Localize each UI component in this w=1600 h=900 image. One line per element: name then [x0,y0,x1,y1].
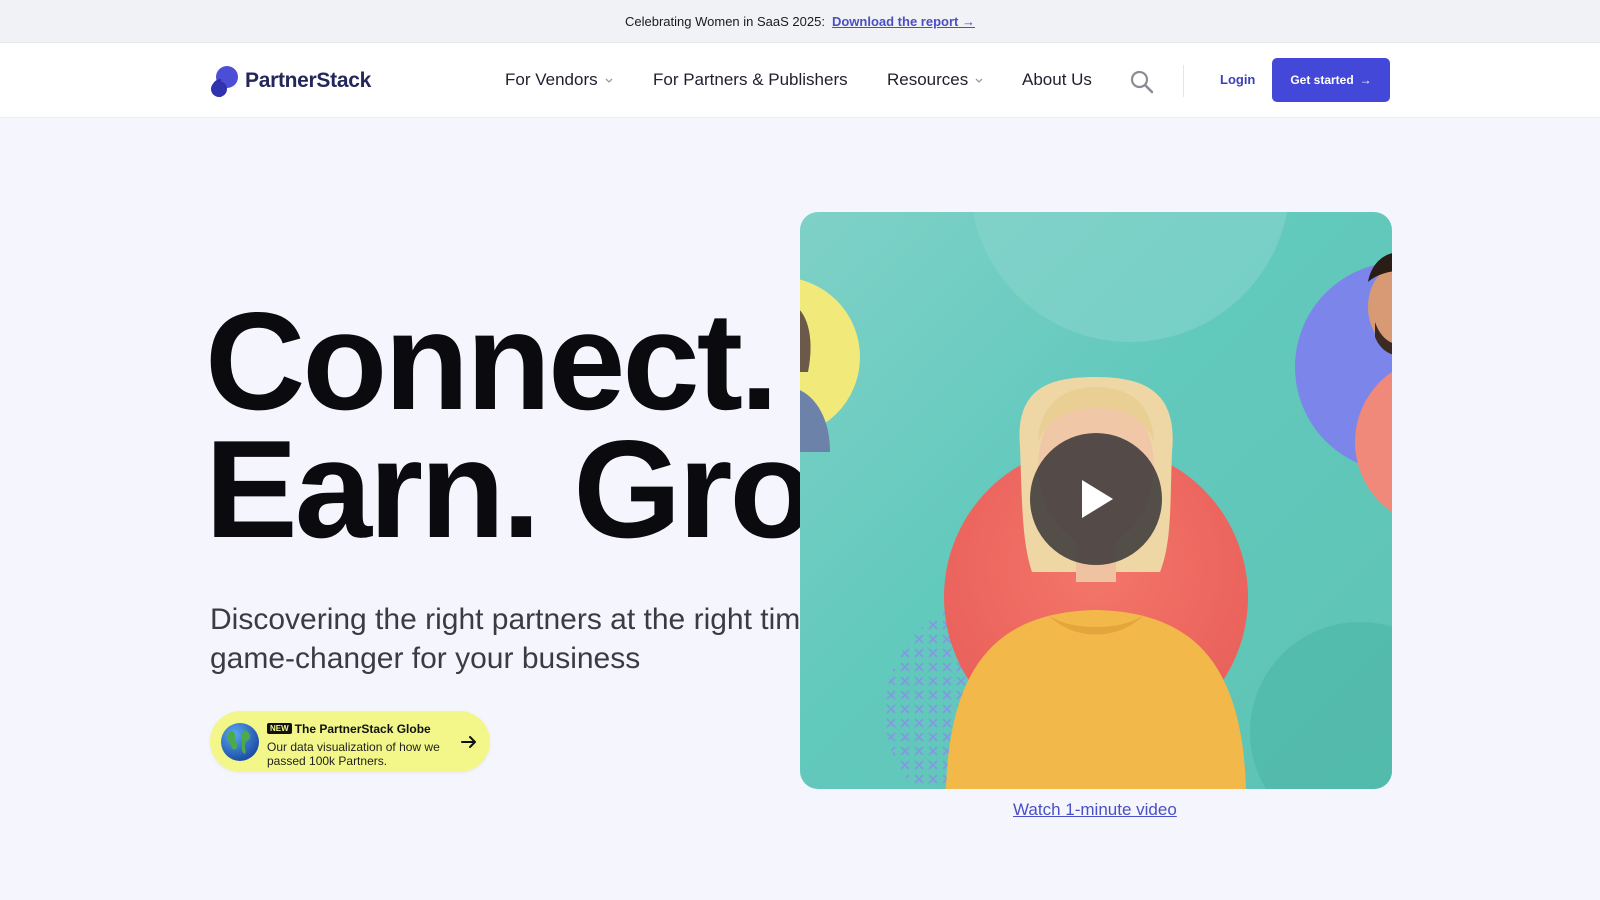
nav-about-us-label: About Us [1022,70,1092,89]
nav-for-partners-publishers[interactable]: For Partners & Publishers [653,70,848,90]
globe-card-title: The PartnerStack Globe [294,721,431,736]
logo-text: PartnerStack [245,69,371,92]
search-icon[interactable] [1129,69,1155,95]
partnerstack-logo-icon [211,66,238,97]
get-started-label: Get started [1290,73,1354,87]
download-report-link[interactable]: Download the report → [832,14,975,29]
chevron-down-icon [605,78,613,83]
watch-video-link[interactable]: Watch 1-minute video [1013,800,1177,820]
globe-icon [221,723,259,761]
globe-card-description: Our data visualization of how we passed … [267,740,440,768]
chevron-down-icon [975,78,983,83]
nav-resources[interactable]: Resources [887,70,984,90]
arrow-right-icon [461,736,476,748]
partnerstack-globe-card[interactable]: NEW The PartnerStack Globe Our data visua… [210,711,490,772]
partnerstack-logo[interactable]: PartnerStack [209,63,371,99]
nav-for-partners-label: For Partners & Publishers [653,70,848,89]
header-divider [1183,65,1184,97]
site-header: PartnerStack For Vendors For Partners & … [0,43,1600,118]
play-video-button[interactable] [1030,433,1162,565]
new-badge: NEW [267,723,292,735]
nav-for-vendors[interactable]: For Vendors [505,70,614,90]
nav-about-us[interactable]: About Us [1022,70,1092,90]
nav-resources-label: Resources [887,70,969,89]
play-icon [1082,480,1113,518]
get-started-button[interactable]: Get started → [1272,58,1390,102]
login-link[interactable]: Login [1220,72,1255,87]
announcement-bar: Celebrating Women in SaaS 2025: Download… [0,0,1600,43]
announcement-text: Celebrating Women in SaaS 2025: [625,13,825,29]
arrow-right-icon: → [1359,73,1372,87]
nav-for-vendors-label: For Vendors [505,70,598,89]
